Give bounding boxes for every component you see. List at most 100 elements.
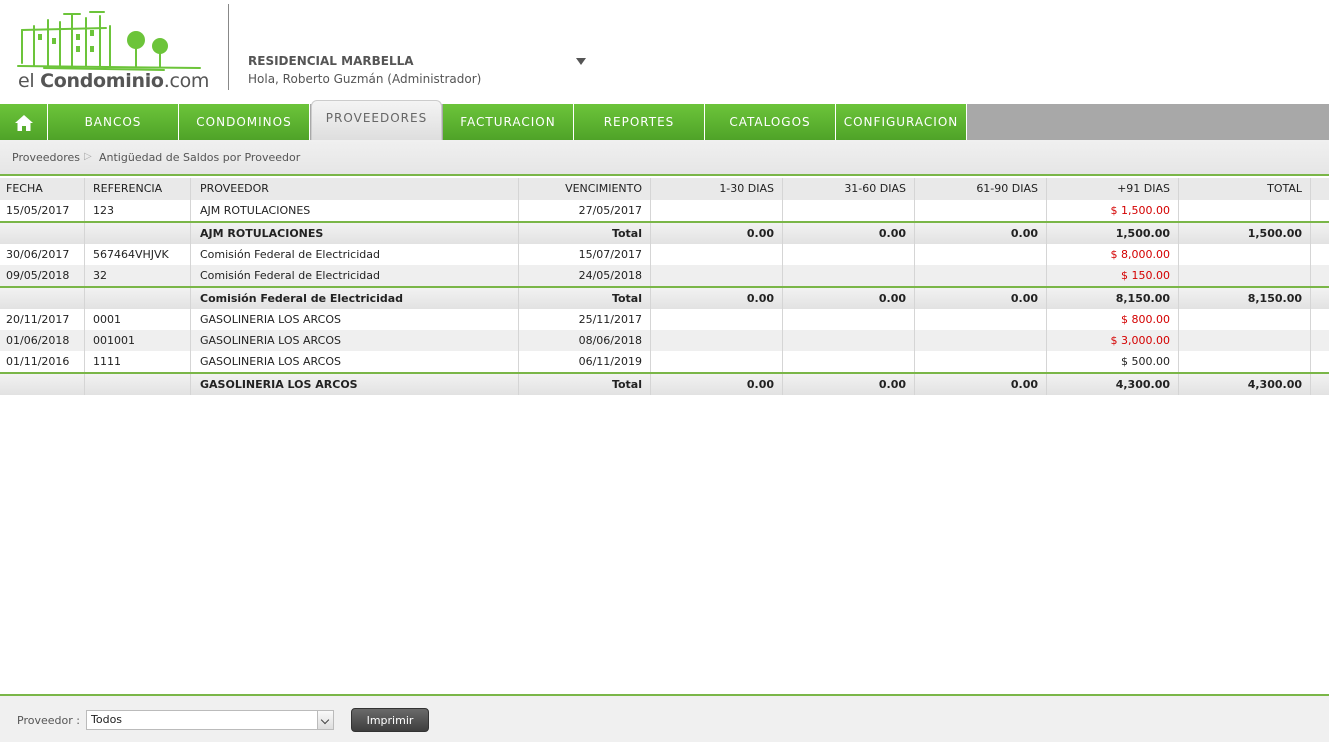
cell-spacer <box>1311 351 1329 372</box>
col-vencimiento: VENCIMIENTO <box>519 178 651 200</box>
tab-bancos[interactable]: BANCOS <box>48 104 179 140</box>
table-subtotal-row: AJM ROTULACIONES Total 0.00 0.00 0.00 1,… <box>0 221 1329 244</box>
cell-total <box>1179 265 1311 286</box>
proveedor-label: Proveedor : <box>17 714 80 727</box>
cell-61-90 <box>915 309 1047 330</box>
print-button[interactable]: Imprimir <box>351 708 429 732</box>
tab-facturacion[interactable]: FACTURACION <box>443 104 574 140</box>
tab-catalogos[interactable]: CATALOGOS <box>705 104 836 140</box>
cell-proveedor: Comisión Federal de Electricidad <box>191 288 519 309</box>
cell-proveedor: Comisión Federal de Electricidad <box>191 265 519 286</box>
cell-vencimiento: 27/05/2017 <box>519 200 651 221</box>
aging-table: FECHA REFERENCIA PROVEEDOR VENCIMIENTO 1… <box>0 178 1329 395</box>
table-row[interactable]: 15/05/2017 123 AJM ROTULACIONES 27/05/20… <box>0 200 1329 221</box>
cell-fecha <box>0 223 85 244</box>
col-proveedor: PROVEEDOR <box>191 178 519 200</box>
cell-total <box>1179 200 1311 221</box>
col-61-90: 61-90 DIAS <box>915 178 1047 200</box>
cell-proveedor: Comisión Federal de Electricidad <box>191 244 519 265</box>
condo-dropdown-icon[interactable] <box>576 58 586 65</box>
cell-31-60 <box>783 330 915 351</box>
cell-referencia: 567464VHJVK <box>85 244 191 265</box>
cell-spacer <box>1311 374 1329 395</box>
breadcrumb-current: Antigüedad de Saldos por Proveedor <box>99 151 301 164</box>
chevron-down-icon[interactable] <box>317 711 333 729</box>
cell-fecha <box>0 374 85 395</box>
cell-91-plus: $ 1,500.00 <box>1047 200 1179 221</box>
logo-text: el Condominio.com <box>18 70 210 92</box>
cell-61-90 <box>915 330 1047 351</box>
cell-fecha: 01/06/2018 <box>0 330 85 351</box>
cell-total-label: Total <box>519 223 651 244</box>
cell-61-90: 0.00 <box>915 288 1047 309</box>
cell-91-plus: $ 500.00 <box>1047 351 1179 372</box>
col-spacer <box>1311 178 1329 200</box>
tab-configuracion[interactable]: CONFIGURACION <box>836 104 967 140</box>
cell-total <box>1179 330 1311 351</box>
cell-referencia <box>85 223 191 244</box>
breadcrumb: Proveedores ▷ Antigüedad de Saldos por P… <box>0 140 1329 176</box>
tab-condominos[interactable]: CONDOMINOS <box>179 104 310 140</box>
cell-1-30 <box>651 330 783 351</box>
nav-home[interactable] <box>0 104 48 140</box>
cell-spacer <box>1311 288 1329 309</box>
cell-91-plus: $ 800.00 <box>1047 309 1179 330</box>
cell-61-90 <box>915 244 1047 265</box>
cell-91-plus: 4,300.00 <box>1047 374 1179 395</box>
cell-proveedor: AJM ROTULACIONES <box>191 223 519 244</box>
cell-1-30 <box>651 265 783 286</box>
cell-total: 8,150.00 <box>1179 288 1311 309</box>
table-row[interactable]: 01/06/2018 001001 GASOLINERIA LOS ARCOS … <box>0 330 1329 351</box>
proveedor-select[interactable]: Todos <box>86 710 334 730</box>
cell-total-label: Total <box>519 288 651 309</box>
cell-91-plus: $ 150.00 <box>1047 265 1179 286</box>
cell-31-60 <box>783 200 915 221</box>
cell-fecha: 01/11/2016 <box>0 351 85 372</box>
cell-1-30 <box>651 244 783 265</box>
cell-91-plus: 1,500.00 <box>1047 223 1179 244</box>
cell-fecha: 20/11/2017 <box>0 309 85 330</box>
table-row[interactable]: 09/05/2018 32 Comisión Federal de Electr… <box>0 265 1329 286</box>
cell-fecha: 09/05/2018 <box>0 265 85 286</box>
col-1-30: 1-30 DIAS <box>651 178 783 200</box>
cell-referencia: 0001 <box>85 309 191 330</box>
table-header-row: FECHA REFERENCIA PROVEEDOR VENCIMIENTO 1… <box>0 178 1329 200</box>
header-divider <box>228 4 229 90</box>
cell-total-label: Total <box>519 374 651 395</box>
cell-fecha: 15/05/2017 <box>0 200 85 221</box>
tab-reportes[interactable]: REPORTES <box>574 104 705 140</box>
breadcrumb-separator-icon: ▷ <box>84 151 92 162</box>
cell-61-90 <box>915 265 1047 286</box>
cell-1-30: 0.00 <box>651 374 783 395</box>
cell-proveedor: GASOLINERIA LOS ARCOS <box>191 309 519 330</box>
cell-1-30 <box>651 200 783 221</box>
home-icon <box>15 115 33 131</box>
breadcrumb-parent[interactable]: Proveedores <box>12 151 80 164</box>
cell-total: 1,500.00 <box>1179 223 1311 244</box>
main-nav: BANCOS CONDOMINOS PROVEEDORES FACTURACIO… <box>0 100 1329 140</box>
cell-61-90: 0.00 <box>915 223 1047 244</box>
cell-proveedor: AJM ROTULACIONES <box>191 200 519 221</box>
cell-31-60: 0.00 <box>783 288 915 309</box>
proveedor-select-value: Todos <box>91 713 123 726</box>
cell-vencimiento: 08/06/2018 <box>519 330 651 351</box>
cell-31-60 <box>783 309 915 330</box>
table-row[interactable]: 30/06/2017 567464VHJVK Comisión Federal … <box>0 244 1329 265</box>
table-row[interactable]: 01/11/2016 1111 GASOLINERIA LOS ARCOS 06… <box>0 351 1329 372</box>
cell-total <box>1179 244 1311 265</box>
cell-fecha: 30/06/2017 <box>0 244 85 265</box>
cell-61-90: 0.00 <box>915 374 1047 395</box>
cell-spacer <box>1311 309 1329 330</box>
cell-referencia <box>85 374 191 395</box>
table-subtotal-row: Comisión Federal de Electricidad Total 0… <box>0 286 1329 309</box>
cell-total <box>1179 309 1311 330</box>
cell-spacer <box>1311 265 1329 286</box>
cell-1-30: 0.00 <box>651 223 783 244</box>
table-row[interactable]: 20/11/2017 0001 GASOLINERIA LOS ARCOS 25… <box>0 309 1329 330</box>
tab-proveedores[interactable]: PROVEEDORES <box>311 100 442 140</box>
col-referencia: REFERENCIA <box>85 178 191 200</box>
footer-toolbar: Proveedor : Todos Imprimir <box>0 694 1329 742</box>
cell-1-30 <box>651 351 783 372</box>
cell-referencia: 001001 <box>85 330 191 351</box>
cell-91-plus: $ 3,000.00 <box>1047 330 1179 351</box>
